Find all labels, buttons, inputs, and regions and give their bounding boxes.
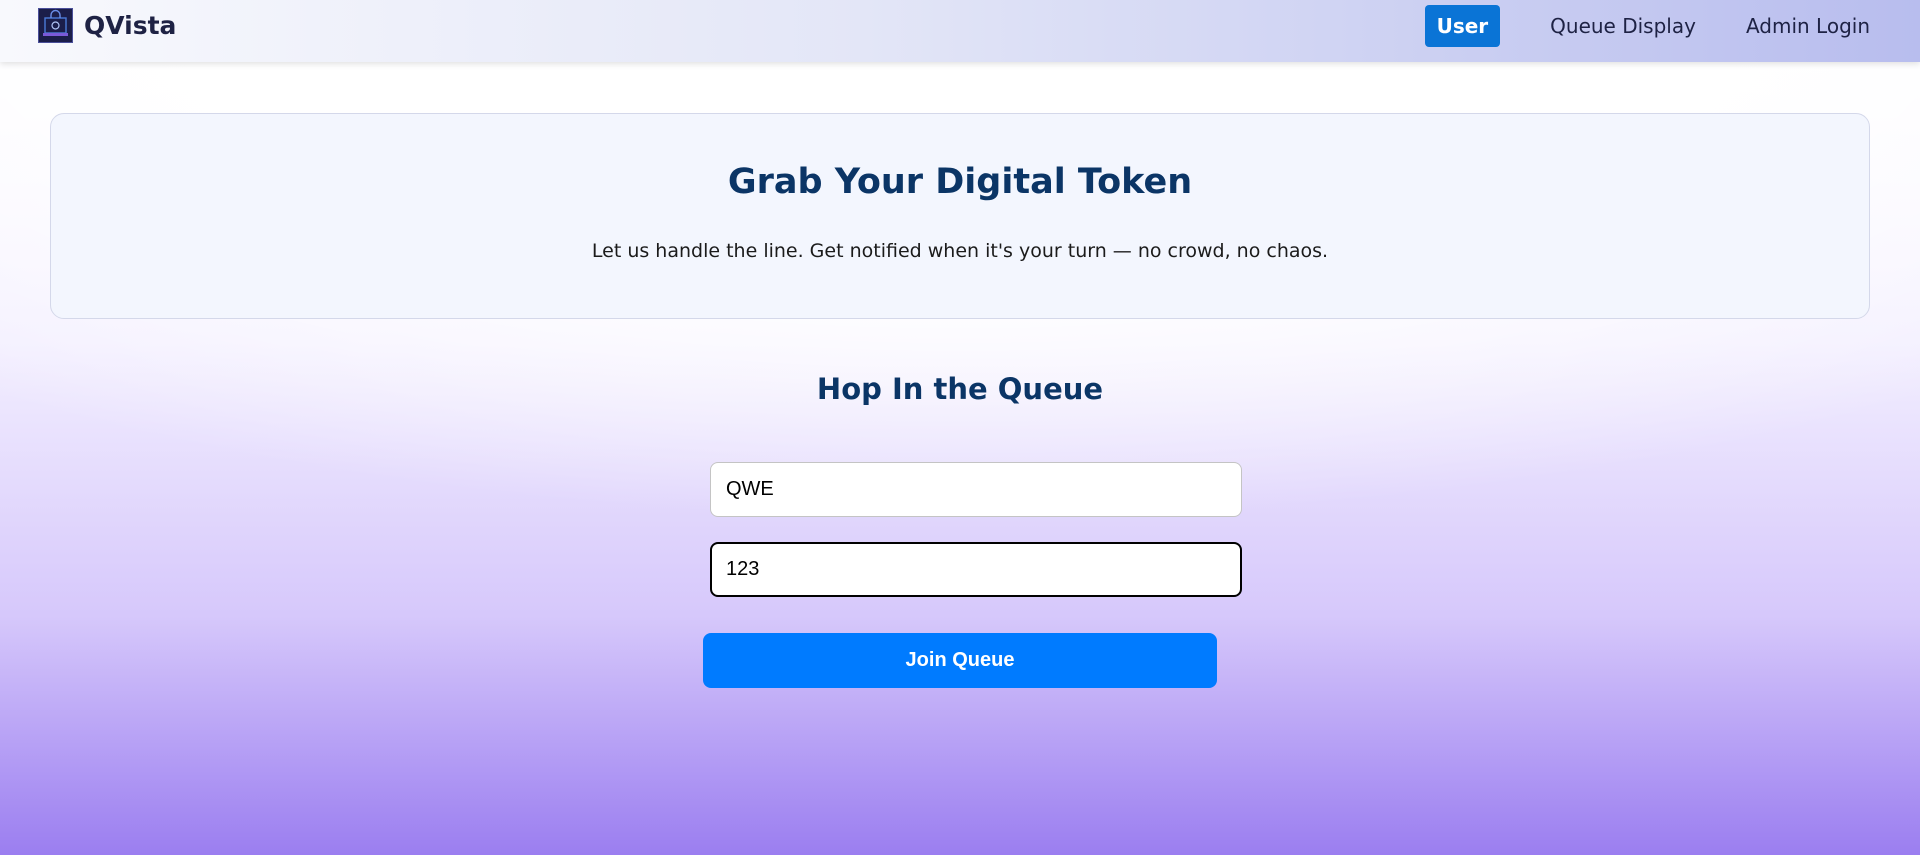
brand-name: QVista	[84, 11, 177, 40]
nav-admin-login[interactable]: Admin Login	[1746, 14, 1870, 38]
hero-card: Grab Your Digital Token Let us handle th…	[50, 113, 1870, 319]
nav-queue-display[interactable]: Queue Display	[1550, 14, 1696, 38]
name-input[interactable]	[710, 462, 1242, 517]
nav-user[interactable]: User	[1424, 5, 1501, 47]
qvista-logo-icon	[38, 8, 73, 43]
queue-form-title: Hop In the Queue	[816, 372, 1104, 406]
phone-input[interactable]	[710, 542, 1242, 597]
hero-title: Grab Your Digital Token	[727, 162, 1193, 202]
hero-subtitle: Let us handle the line. Get notified whe…	[591, 240, 1329, 262]
join-queue-button[interactable]: Join Queue	[703, 633, 1217, 688]
nav-links: User Queue Display Admin Login	[1424, 5, 1870, 47]
brand[interactable]: QVista	[38, 8, 176, 43]
top-navbar: QVista User Queue Display Admin Login	[0, 0, 1920, 62]
